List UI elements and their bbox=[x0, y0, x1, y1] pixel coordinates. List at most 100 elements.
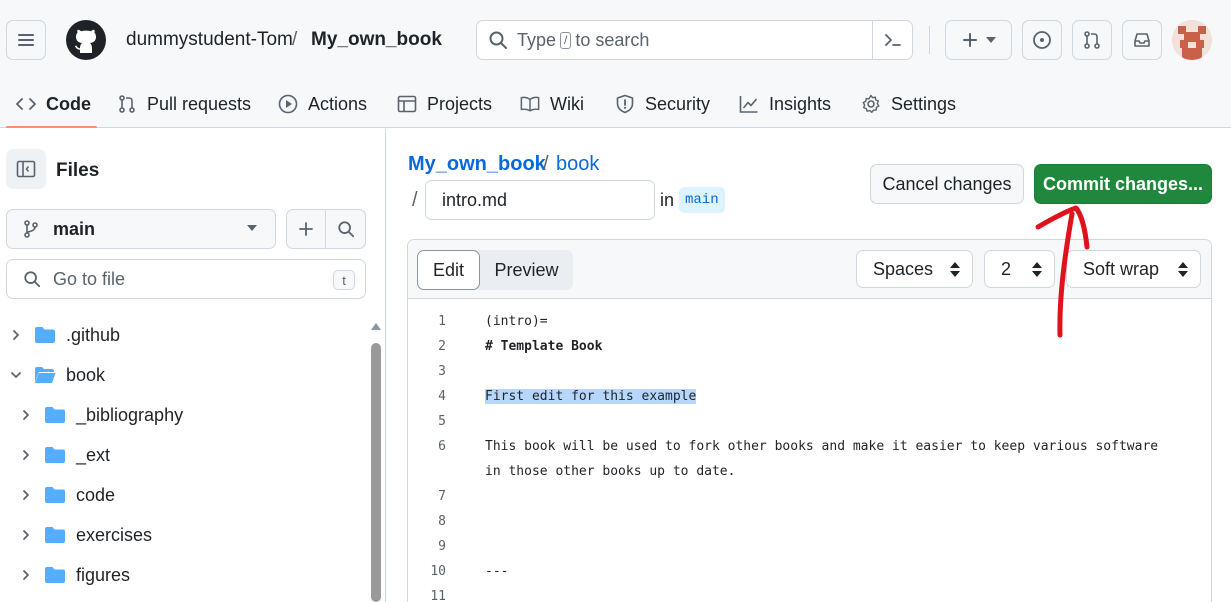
code-editor: Edit Preview Spaces 2 Soft wrap 1 (intro)… bbox=[407, 239, 1212, 602]
command-palette-button[interactable] bbox=[872, 21, 912, 59]
tab-pull-requests[interactable]: Pull requests bbox=[117, 80, 251, 128]
commit-changes-button[interactable]: Commit changes... bbox=[1034, 164, 1212, 204]
graph-icon bbox=[739, 94, 759, 114]
owner-link[interactable]: dummystudent-Tom bbox=[126, 29, 293, 51]
code-content[interactable]: 1 (intro)= 2 # Template Book 3 4 First edit fo… bbox=[408, 299, 1211, 602]
tree-item[interactable]: _ext bbox=[20, 435, 110, 475]
inbox-button[interactable] bbox=[1122, 20, 1162, 60]
tree-item[interactable]: code bbox=[20, 475, 115, 515]
collapse-sidebar-button[interactable] bbox=[6, 149, 46, 189]
go-to-file-input[interactable]: Go to file t bbox=[6, 259, 366, 299]
tab-projects-label: Projects bbox=[427, 93, 493, 114]
tab-settings[interactable]: Settings bbox=[861, 80, 956, 128]
sidebar-collapse-icon bbox=[16, 160, 36, 178]
tree-item[interactable]: _bibliography bbox=[20, 395, 183, 435]
terminal-icon bbox=[884, 34, 901, 46]
tree-item-label: _bibliography bbox=[76, 404, 184, 425]
github-logo-icon[interactable] bbox=[66, 20, 106, 60]
scroll-up-arrow-icon[interactable] bbox=[371, 323, 381, 330]
scrollbar-thumb[interactable] bbox=[371, 343, 381, 602]
tree-item[interactable]: exercises bbox=[20, 515, 152, 555]
folder-icon bbox=[44, 486, 66, 504]
tab-projects[interactable]: Projects bbox=[397, 80, 492, 128]
chevron-right-icon[interactable] bbox=[20, 409, 32, 421]
tree-item-label: book bbox=[66, 364, 106, 385]
tree-item[interactable]: book bbox=[10, 355, 105, 395]
path-separator: / bbox=[543, 153, 549, 175]
path-repo-link[interactable]: My_own_book bbox=[408, 153, 546, 176]
repo-link[interactable]: My_own_book bbox=[311, 29, 442, 51]
avatar[interactable] bbox=[1172, 20, 1212, 60]
tab-preview[interactable]: Preview bbox=[480, 250, 573, 290]
chevron-right-icon[interactable] bbox=[20, 449, 32, 461]
tab-wiki[interactable]: Wiki bbox=[520, 80, 584, 128]
play-icon bbox=[278, 94, 298, 114]
create-new-button[interactable] bbox=[945, 20, 1012, 60]
caret-down-icon bbox=[985, 37, 996, 43]
issues-button[interactable] bbox=[1022, 20, 1062, 60]
indent-mode-select[interactable]: Spaces bbox=[856, 250, 973, 288]
tab-code[interactable]: Code bbox=[16, 80, 91, 128]
search-files-button[interactable] bbox=[326, 210, 365, 248]
branch-name: main bbox=[53, 218, 96, 239]
indent-size-value: 2 bbox=[1001, 258, 1012, 279]
repo-nav: Code Pull requests Actions Projects Wiki… bbox=[0, 80, 1231, 128]
add-file-button[interactable] bbox=[287, 210, 327, 248]
indent-mode-value: Spaces bbox=[873, 258, 934, 279]
in-label: in bbox=[660, 190, 675, 210]
branch-selector[interactable]: main bbox=[6, 209, 276, 249]
gear-icon bbox=[861, 94, 881, 114]
tree-item[interactable]: .github bbox=[10, 315, 120, 355]
chevron-right-icon[interactable] bbox=[20, 489, 32, 501]
caret-down-icon bbox=[247, 225, 257, 231]
menu-button[interactable] bbox=[6, 20, 46, 60]
line-number: 1 bbox=[438, 314, 446, 329]
breadcrumb-separator: / bbox=[292, 29, 298, 50]
active-tab-indicator bbox=[6, 126, 97, 128]
sidebar-title: Files bbox=[56, 160, 100, 181]
line-number: 9 bbox=[438, 539, 446, 554]
pull-requests-button[interactable] bbox=[1072, 20, 1112, 60]
code-line: in those other books up to date. bbox=[485, 464, 736, 479]
tab-edit[interactable]: Edit bbox=[417, 250, 480, 290]
sidebar-scrollbar[interactable] bbox=[370, 321, 382, 602]
line-number: 6 bbox=[438, 439, 446, 454]
search-input[interactable]: Type / to search bbox=[476, 20, 913, 60]
tree-item-label: exercises bbox=[76, 524, 153, 545]
line-number: 3 bbox=[438, 364, 446, 379]
chevron-right-icon[interactable] bbox=[20, 529, 32, 541]
folder-icon bbox=[44, 446, 66, 464]
cancel-changes-button[interactable]: Cancel changes bbox=[870, 164, 1024, 204]
plus-icon bbox=[962, 33, 977, 47]
wrap-mode-select[interactable]: Soft wrap bbox=[1066, 250, 1201, 288]
chevron-right-icon[interactable] bbox=[10, 329, 22, 341]
search-icon bbox=[21, 270, 43, 288]
code-line: First edit for this example bbox=[485, 389, 697, 404]
edit-preview-toggle: Edit Preview bbox=[417, 250, 573, 290]
go-to-file-shortcut: t bbox=[333, 270, 355, 290]
code-line: (intro)= bbox=[485, 314, 548, 329]
select-arrows-icon bbox=[1178, 262, 1188, 278]
tab-security[interactable]: Security bbox=[615, 80, 710, 128]
path-dir-link[interactable]: book bbox=[556, 153, 599, 176]
folder-icon bbox=[44, 406, 66, 424]
tab-actions-label: Actions bbox=[308, 93, 368, 114]
select-arrows-icon bbox=[1032, 262, 1042, 278]
search-placeholder-suffix: to search bbox=[575, 29, 650, 50]
tab-actions[interactable]: Actions bbox=[278, 80, 367, 128]
tree-item-label: .github bbox=[66, 324, 121, 345]
plus-icon bbox=[299, 222, 313, 236]
line-number: 11 bbox=[430, 589, 446, 602]
select-arrows-icon bbox=[950, 262, 960, 278]
tree-item-label: _ext bbox=[76, 444, 111, 465]
filename-input[interactable]: intro.md bbox=[425, 180, 655, 220]
wrap-mode-value: Soft wrap bbox=[1083, 258, 1160, 279]
table-icon bbox=[397, 94, 417, 114]
indent-size-select[interactable]: 2 bbox=[984, 250, 1055, 288]
tab-insights[interactable]: Insights bbox=[739, 80, 831, 128]
inbox-icon bbox=[1134, 33, 1150, 47]
chevron-down-icon[interactable] bbox=[10, 369, 22, 381]
chevron-right-icon[interactable] bbox=[20, 569, 32, 581]
tree-item[interactable]: figures bbox=[20, 555, 130, 595]
global-header: dummystudent-Tom / My_own_book Type / to… bbox=[0, 0, 1231, 80]
